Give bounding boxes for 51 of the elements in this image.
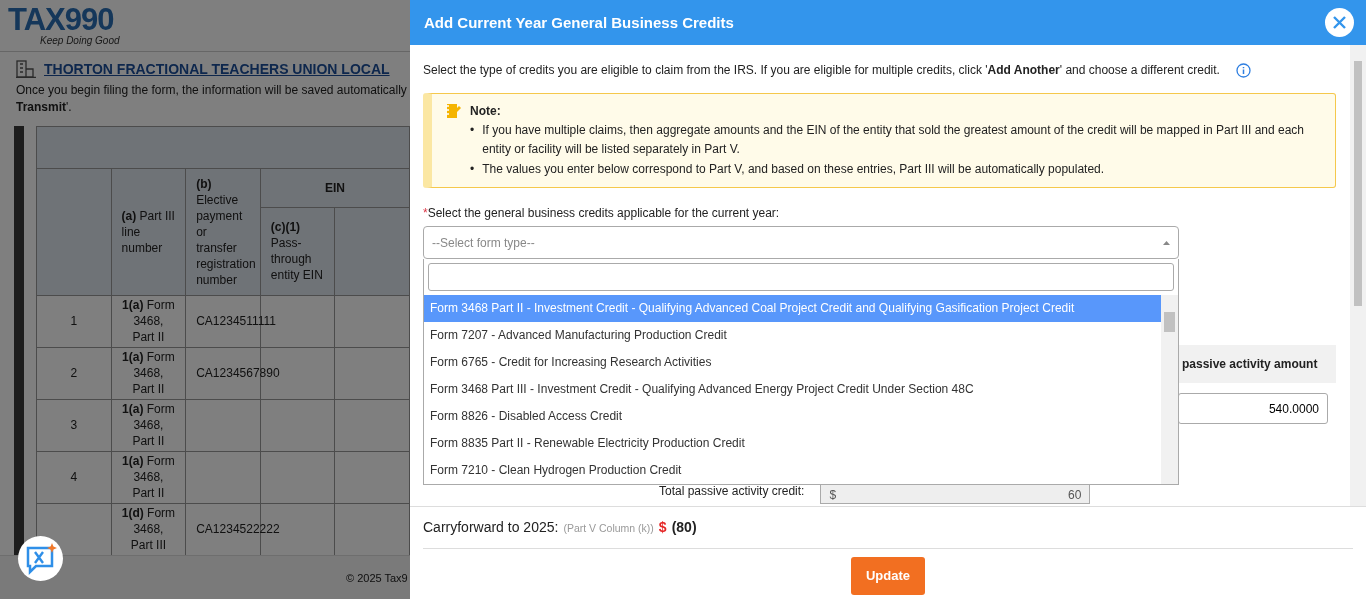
note-title: Note: [470,103,501,120]
total-label: Total passive activity credit: [659,483,805,500]
table-cell: CA1234567890 [196,366,280,381]
building-icon [16,60,36,78]
note-item: The values you enter below correspond to Part V, and based on these entries, Part III will be automatically populated. [482,161,1105,178]
bullet: • [470,122,475,139]
table-cell: 1(a) Form 3468, Part II [122,454,175,501]
table-cell: 1(d) Form 3468, Part III [121,506,176,553]
row-number: 3 [70,418,78,433]
column-header: (c)(1) Pass-through entity EIN [270,220,323,283]
field-label: Select the general business credits applicable for the current year: [427,205,780,222]
dropdown-option[interactable]: Form 3468 Part III - Investment Credit - Qualifying Advanced Energy Project Credit Under Section 48C [424,376,1161,403]
carryforward-hint: (Part V Column (k)) [563,521,654,536]
close-button[interactable] [1325,8,1354,37]
search-field[interactable] [428,263,1174,291]
column-group-header: EIN [324,180,345,195]
organization-link[interactable]: THORTON FRACTIONAL TEACHERS UNION LOCAL [44,60,390,78]
bullet: • [470,161,475,178]
dropdown-option[interactable]: Form 8835 Part II - Renewable Electricity Production Credit [424,430,1161,457]
note-item: If you have multiple claims, then aggregate amounts and the EIN of the entity that sold the greatest amount of the credit will be mapped in Part III and each entity or facility will be listed separately in Part V. [482,122,1305,158]
dropdown-option[interactable]: Form 7210 - Clean Hydrogen Production Credit [424,457,1161,484]
info-icon[interactable] [1235,62,1251,78]
row-number: 1 [70,314,78,329]
carryforward-amount: (80) [671,518,697,537]
table-cell: 1(a) Form 3468, Part II [122,402,175,449]
logo: TAX990 [8,4,114,35]
table-cell: 1(a) Form 3468, Part II [122,298,175,345]
column-header: (b) Elective payment or transfer registration number [196,176,256,287]
dropdown-option[interactable]: Form 8826 - Disabled Access Credit [424,403,1161,430]
intro-text: Once you begin filing the form, the information will be saved automatically [16,82,407,99]
currency-sign: $ [658,518,667,537]
row-number: 4 [70,470,78,485]
table-cell: CA1234522222 [196,522,280,537]
dropdown-option[interactable]: Form 6765 - Credit for Increasing Research Activities [424,349,1161,376]
amount-field[interactable]: 540.0000 [1178,393,1328,424]
required-asterisk: * [423,205,428,222]
carryforward-label: Carryforward to 2025: [423,518,559,537]
select-field[interactable]: --Select form type-- [423,226,1179,259]
copyright-text: © 2025 Tax9 [346,572,408,585]
close-icon [1333,16,1346,29]
dropdown-option[interactable]: Form 7207 - Advanced Manufacturing Production Credit [424,322,1161,349]
instruction-text: Select the type of credits you are eligible to claim from the IRS. If you are eligible for multiple credits, click 'Add Another' and choose a different credit. [423,62,1220,79]
logo-tagline: Keep Doing Good [40,35,121,47]
intro-text: Transmit'. [16,99,72,116]
column-header: (a) Part III line number [121,208,175,255]
column-header: passive activity amount [1178,345,1336,383]
row-number: 2 [70,366,78,381]
panel-title: Add Current Year General Business Credits [424,14,734,31]
table-cell: CA1234511111 [196,314,277,329]
notepad-icon [444,102,462,120]
table-cell: 1(a) Form 3468, Part II [122,350,175,397]
